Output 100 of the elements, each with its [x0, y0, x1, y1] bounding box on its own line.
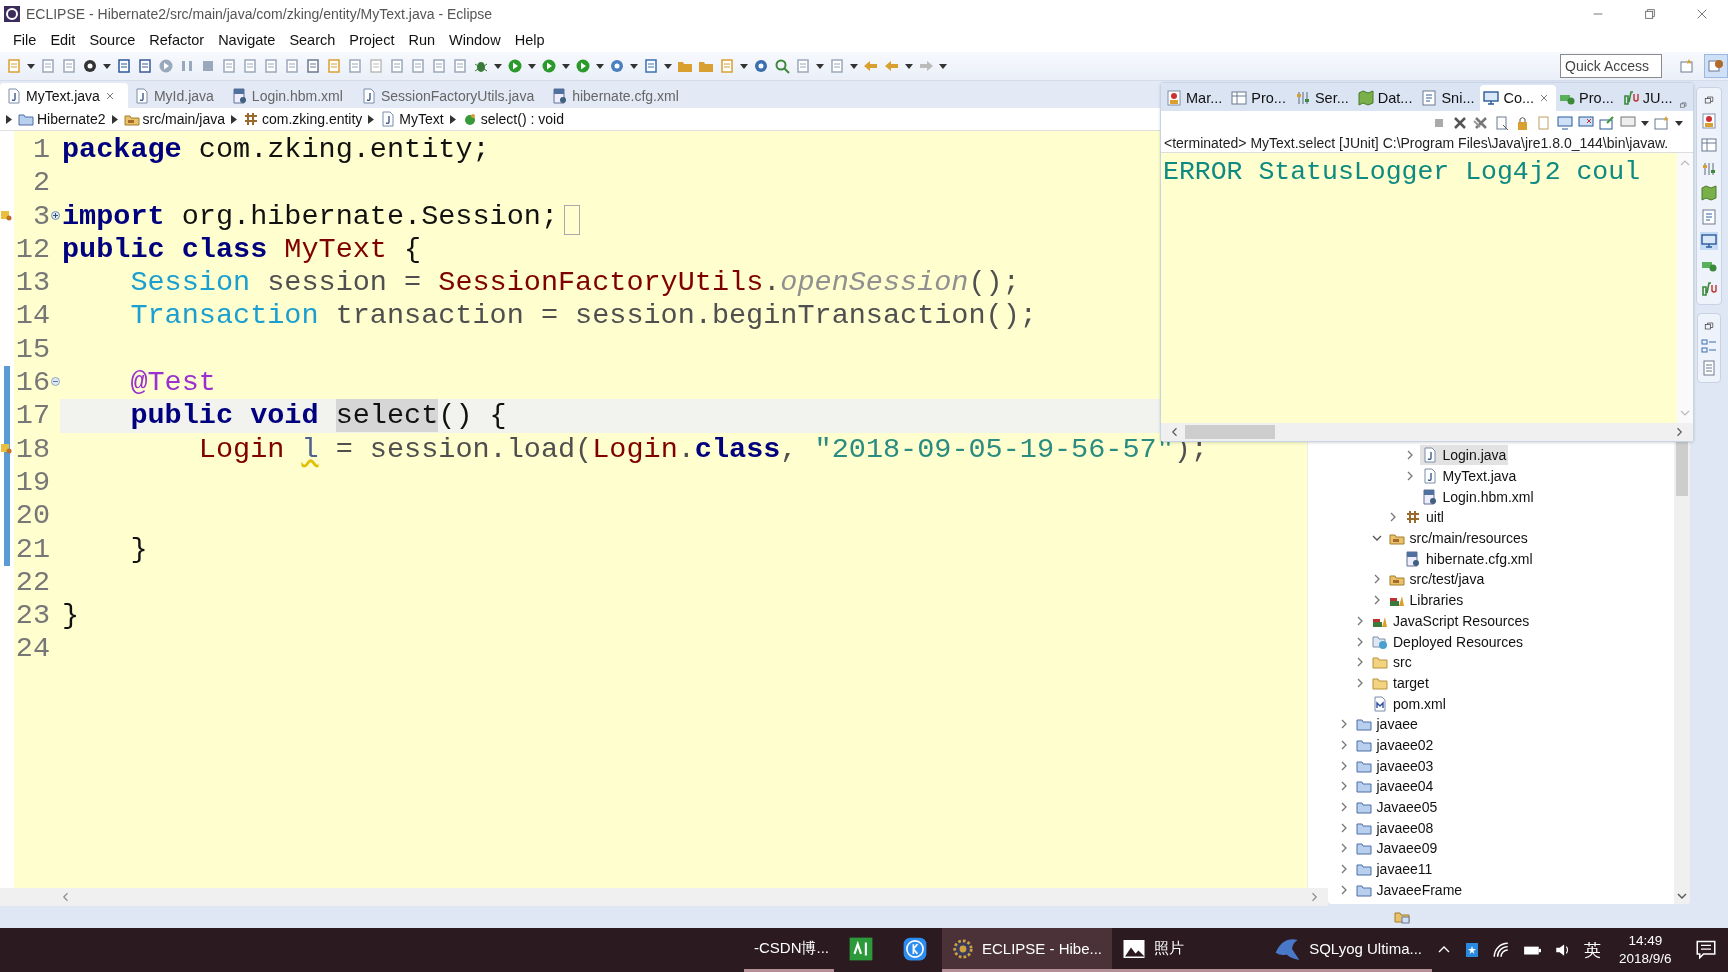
back-icon[interactable]: [863, 58, 879, 74]
restore-icon[interactable]: [1703, 94, 1715, 106]
view-tab[interactable]: Co...: [1480, 85, 1557, 111]
caret-icon[interactable]: [1675, 120, 1683, 126]
view-button[interactable]: [1700, 136, 1718, 154]
scrollbar-thumb[interactable]: [1676, 441, 1688, 496]
expand-icon[interactable]: [51, 210, 60, 220]
menu-item[interactable]: Source: [82, 32, 143, 48]
perspective-button[interactable]: [1704, 54, 1728, 78]
back-icon[interactable]: [884, 58, 900, 74]
window-plus-icon[interactable]: [1654, 115, 1670, 131]
tree-item[interactable]: javaee04: [1353, 776, 1436, 797]
pause-icon[interactable]: [179, 58, 195, 74]
search-icon[interactable]: [774, 58, 790, 74]
tree-item[interactable]: javaee02: [1353, 734, 1436, 755]
wifi-icon[interactable]: [1492, 941, 1510, 959]
input-method-indicator[interactable]: 英: [1584, 938, 1601, 962]
scrollbar-thumb[interactable]: [1185, 425, 1275, 439]
menu-item[interactable]: Window: [442, 32, 508, 48]
star-badge-icon[interactable]: [1464, 942, 1480, 958]
caret-icon[interactable]: [630, 63, 638, 69]
caret-icon[interactable]: [27, 63, 35, 69]
page-icon[interactable]: [1494, 115, 1510, 131]
breadcrumb-item[interactable]: src/main/java: [121, 111, 227, 127]
tree-item[interactable]: Javaee09: [1353, 838, 1440, 859]
tree-item[interactable]: JavaeeFrame: [1353, 879, 1465, 900]
tree-item[interactable]: src/main/resources: [1386, 528, 1530, 549]
taskbar-app[interactable]: SQLyog Ultima...: [1262, 928, 1432, 972]
view-button[interactable]: [1700, 160, 1718, 178]
caret-icon[interactable]: [664, 63, 672, 69]
k-app-icon[interactable]: [902, 935, 928, 962]
tree-item[interactable]: javaee03: [1353, 755, 1436, 776]
tree-item[interactable]: Login.hbm.xml: [1419, 486, 1536, 507]
quick-access-field[interactable]: Quick Access: [1560, 54, 1662, 78]
caret-icon[interactable]: [494, 63, 502, 69]
view-button[interactable]: [1700, 184, 1718, 202]
run-icon[interactable]: [575, 58, 591, 74]
tree-item[interactable]: hibernate.cfg.xml: [1403, 548, 1535, 569]
folded-code-marker[interactable]: [564, 204, 580, 235]
tree-item[interactable]: src/test/java: [1386, 569, 1487, 590]
restore-icon[interactable]: [1678, 99, 1688, 111]
caret-icon[interactable]: [1641, 120, 1649, 126]
breadcrumb-item[interactable]: select() : void: [459, 111, 566, 127]
tree-item[interactable]: JavaScript Resources: [1370, 610, 1532, 631]
run-icon[interactable]: [541, 58, 557, 74]
editor-tab[interactable]: MyId.java: [127, 83, 226, 108]
remove-icon[interactable]: [1452, 115, 1468, 131]
caret-icon[interactable]: [939, 63, 947, 69]
caret-icon[interactable]: [740, 63, 748, 69]
menu-item[interactable]: File: [6, 32, 44, 48]
notification-icon[interactable]: [1696, 938, 1716, 959]
tree-item[interactable]: Libraries: [1386, 590, 1466, 611]
clock-date[interactable]: 2018/9/6: [1619, 950, 1672, 968]
view-tab[interactable]: JU...: [1619, 85, 1679, 111]
menu-item[interactable]: Edit: [43, 32, 83, 48]
caret-icon[interactable]: [816, 63, 824, 69]
tree-item[interactable]: Login.java: [1419, 445, 1509, 466]
breadcrumb-item[interactable]: Hibernate2: [16, 111, 108, 127]
menu-item[interactable]: Navigate: [211, 32, 283, 48]
clock-time[interactable]: 14:49: [1628, 932, 1663, 950]
view-button[interactable]: [1700, 280, 1718, 298]
tree-item[interactable]: uitl: [1403, 507, 1446, 528]
caret-icon[interactable]: [528, 63, 536, 69]
tree-item[interactable]: pom.xml: [1370, 693, 1448, 714]
collapse-icon[interactable]: [51, 377, 60, 387]
breadcrumb-item[interactable]: com.zking.entity: [240, 111, 365, 127]
view-tab[interactable]: Sni...: [1418, 85, 1481, 111]
tree-item[interactable]: MyText.java: [1419, 466, 1519, 487]
editor-tab[interactable]: hibernate.cfg.xml: [546, 83, 691, 108]
restore-icon[interactable]: [1703, 320, 1715, 332]
view-tab[interactable]: Dat...: [1354, 85, 1419, 111]
view-tab[interactable]: Ser...: [1291, 85, 1355, 111]
breadcrumb-item[interactable]: MyText: [378, 111, 446, 127]
menu-item[interactable]: Project: [342, 32, 402, 48]
play-icon[interactable]: [158, 58, 174, 74]
taskbar-app[interactable]: -CSDN博...: [744, 928, 834, 972]
menu-item[interactable]: Refactor: [142, 32, 212, 48]
taskbar-app[interactable]: ECLIPSE - Hibe...: [942, 928, 1112, 972]
tree-item[interactable]: Deployed Resources: [1370, 631, 1525, 652]
tree-item[interactable]: src: [1370, 652, 1414, 673]
tree-item[interactable]: javaee11: [1353, 859, 1435, 880]
view-tab[interactable]: Pro...: [1556, 85, 1620, 111]
view-button[interactable]: [1700, 208, 1718, 226]
editor-tab[interactable]: SessionFactoryUtils.java: [354, 83, 547, 108]
document-icon[interactable]: [1701, 360, 1717, 376]
editor-tab[interactable]: MyText.java: [0, 83, 128, 108]
tree-item[interactable]: javaee: [1353, 714, 1420, 735]
outline-icon[interactable]: [1701, 338, 1717, 354]
vertical-scrollbar[interactable]: [1674, 441, 1690, 904]
caret-icon[interactable]: [562, 63, 570, 69]
caret-icon[interactable]: [596, 63, 604, 69]
view-tab[interactable]: Pro...: [1228, 85, 1292, 111]
dictionary-icon[interactable]: [848, 935, 874, 962]
tree-item[interactable]: javaee08: [1353, 817, 1436, 838]
editor-tab[interactable]: Login.hbm.xml: [225, 83, 355, 108]
caret-icon[interactable]: [103, 63, 111, 69]
run-icon[interactable]: [507, 58, 523, 74]
menu-item[interactable]: Run: [401, 32, 443, 48]
taskbar-app[interactable]: 照片: [1112, 928, 1262, 972]
caret-icon[interactable]: [850, 63, 858, 69]
